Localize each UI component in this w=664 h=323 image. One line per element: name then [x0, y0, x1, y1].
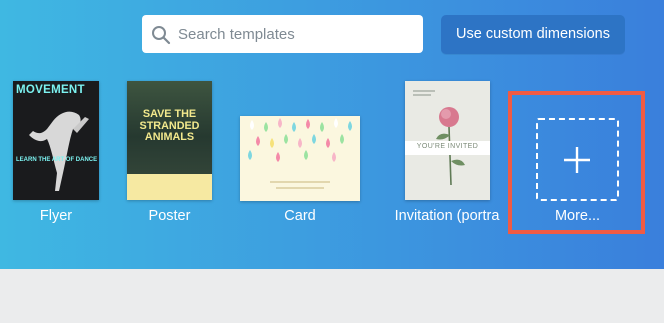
search-icon — [152, 26, 171, 45]
raindrops-pattern — [248, 118, 352, 189]
plus-icon — [564, 147, 590, 173]
poster-label[interactable]: Poster — [127, 208, 212, 224]
poster-thumb-title: SAVE THE STRANDED ANIMALS — [139, 108, 200, 143]
footer-area — [0, 269, 664, 323]
flyer-thumb-text: LEARN THE ART OF DANCE — [16, 157, 98, 163]
dancer-image — [29, 111, 89, 191]
use-custom-dimensions-button[interactable]: Use custom dimensions — [441, 15, 625, 54]
card-template-thumbnail[interactable] — [240, 116, 360, 201]
search-box[interactable] — [142, 15, 423, 53]
card-label[interactable]: Card — [240, 208, 360, 224]
flyer-template-thumbnail[interactable]: MOVEMENT LEARN THE ART OF DANCE — [13, 81, 99, 200]
invitation-label[interactable]: Invitation (portra — [386, 208, 508, 224]
search-input[interactable] — [178, 15, 418, 53]
more-label[interactable]: More... — [536, 208, 619, 224]
invitation-thumb-title: YOU'RE INVITED — [416, 143, 479, 150]
flyer-label[interactable]: Flyer — [13, 208, 99, 224]
poster-template-thumbnail[interactable]: SAVE THE STRANDED ANIMALS — [127, 81, 212, 200]
poster-thumb-footer — [127, 174, 212, 200]
invitation-template-thumbnail[interactable]: YOU'RE INVITED — [405, 81, 490, 200]
